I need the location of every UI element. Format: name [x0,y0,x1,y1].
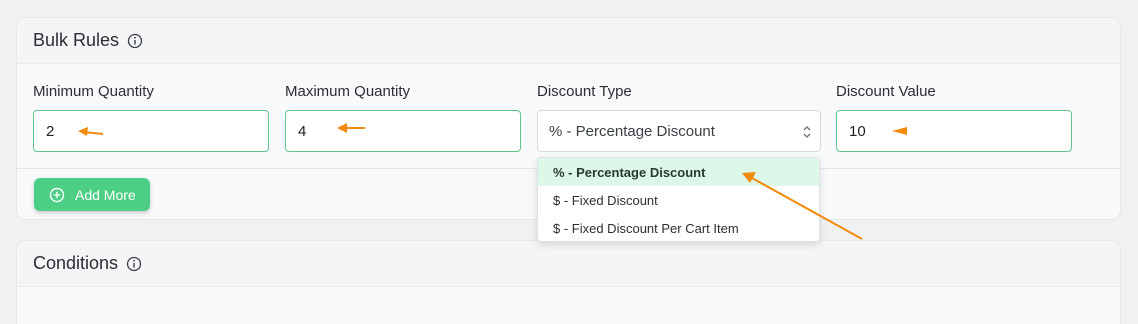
min-quantity-label: Minimum Quantity [33,83,154,100]
discount-type-field-group: Discount Type [537,83,632,103]
info-circle-icon[interactable] [127,33,143,49]
dropdown-option-fixed-discount[interactable]: $ - Fixed Discount [538,186,819,214]
discount-type-value: % - Percentage Discount [549,122,715,140]
max-quantity-input[interactable]: 4 [285,110,521,152]
discount-value-input[interactable]: 10 [836,110,1072,152]
min-quantity-value: 2 [46,122,55,140]
bulk-rule-row: Minimum Quantity 2 Maximum Quantity 4 Di… [17,64,1120,169]
plus-circle-icon [49,187,65,203]
min-quantity-field-group: Minimum Quantity [33,83,154,103]
conditions-title: Conditions [33,253,119,273]
min-quantity-input[interactable]: 2 [33,110,269,152]
add-more-label: Add More [75,186,136,203]
discount-type-select[interactable]: % - Percentage Discount [537,110,821,152]
bulk-rules-header: Bulk Rules [17,18,1120,64]
dropdown-option-fixed-discount-per-cart-item[interactable]: $ - Fixed Discount Per Cart Item [538,214,819,241]
max-quantity-label: Maximum Quantity [285,83,411,100]
up-down-chevron-icon [802,124,812,140]
discount-type-dropdown-menu: % - Percentage Discount $ - Fixed Discou… [537,157,820,242]
max-quantity-value: 4 [298,122,307,140]
discount-value-value: 10 [849,122,866,140]
discount-value-field-group: Discount Value [836,83,936,103]
dropdown-option-percentage-discount[interactable]: % - Percentage Discount [538,158,819,186]
conditions-header: Conditions [17,241,1120,287]
conditions-card: Conditions [16,240,1121,324]
max-quantity-field-group: Maximum Quantity [285,83,410,103]
bulk-rules-title: Bulk Rules [33,30,120,50]
add-more-button[interactable]: Add More [34,178,150,211]
discount-value-label: Discount Value [836,83,936,100]
info-circle-icon[interactable] [126,256,142,272]
discount-type-label: Discount Type [537,83,632,100]
